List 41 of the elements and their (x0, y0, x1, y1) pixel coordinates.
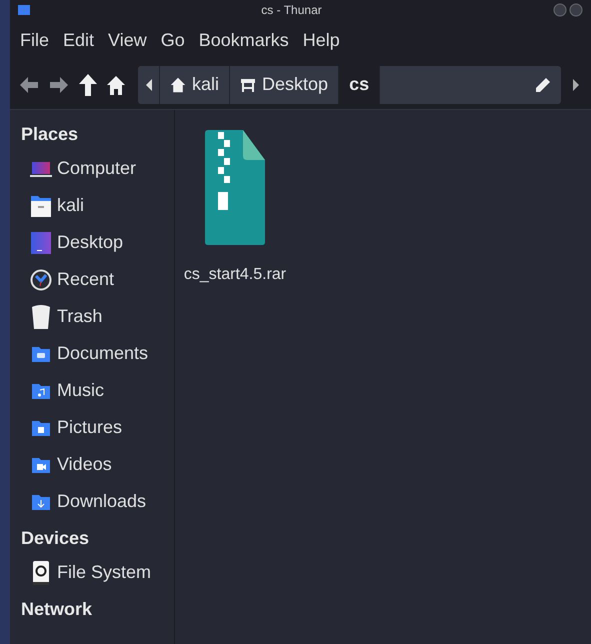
sidebar-item[interactable]: Computer (21, 150, 163, 187)
window-button-icon[interactable] (553, 3, 583, 17)
menu-item[interactable]: File (20, 26, 50, 54)
sidebar-item[interactable]: Videos (21, 446, 163, 483)
drive-icon (32, 560, 50, 586)
home-icon (170, 76, 186, 92)
folder-icon (30, 194, 52, 218)
window-title: cs - Thunar (261, 4, 322, 16)
sidebar-item[interactable]: Pictures (21, 409, 163, 446)
menu-item[interactable]: View (108, 26, 147, 54)
up-arrow-icon[interactable] (78, 72, 98, 96)
back-arrow-icon[interactable] (18, 74, 40, 94)
laptop-icon (30, 160, 52, 178)
menu-item[interactable]: Go (160, 26, 185, 54)
caret-left-icon (146, 78, 152, 90)
sidebar-item[interactable]: Downloads (21, 483, 163, 520)
home-icon[interactable] (106, 74, 126, 96)
path-button[interactable]: cs (339, 66, 380, 104)
menu-item[interactable]: Bookmarks (198, 26, 289, 54)
sidebar-item[interactable]: Desktop (21, 224, 163, 261)
clock-icon (30, 268, 52, 290)
sidebar-item[interactable]: File System (21, 554, 163, 591)
desktop-folder-icon (30, 230, 52, 254)
pencil-icon[interactable] (535, 76, 551, 92)
sidebar-item[interactable]: Documents (21, 335, 163, 372)
archive-entry[interactable]: cs_start4.5.rar (185, 130, 285, 287)
trash-icon (31, 304, 51, 330)
caret-right-icon (573, 78, 579, 90)
forward-arrow-icon[interactable] (48, 74, 70, 94)
path-button[interactable]: kali (160, 66, 230, 104)
section-heading: Network (21, 598, 94, 620)
sidebar-item[interactable]: kali (21, 187, 163, 224)
sidebar-item[interactable]: Recent (21, 261, 163, 298)
app-icon (18, 5, 30, 15)
zip-file-icon (205, 130, 265, 245)
section-heading: Devices (21, 526, 90, 550)
section-heading: Places (21, 122, 80, 146)
sidebar-item[interactable]: Music (21, 372, 163, 409)
menu-item[interactable]: Help (302, 26, 340, 54)
sidebar-item[interactable]: Trash (21, 298, 163, 335)
menu-item[interactable]: Edit (63, 26, 94, 54)
